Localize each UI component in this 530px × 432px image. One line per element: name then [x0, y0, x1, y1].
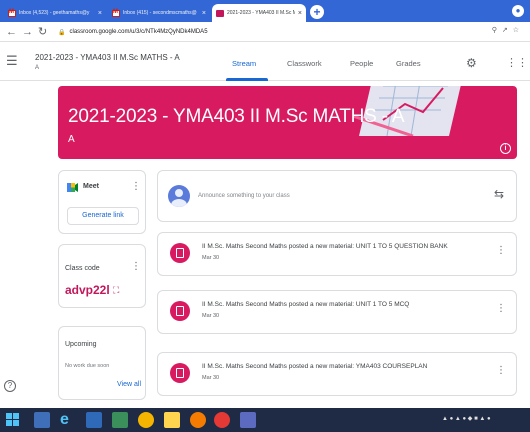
folder-icon[interactable] — [164, 412, 180, 428]
more-vert-icon[interactable]: ⋮ — [496, 245, 506, 256]
forward-icon[interactable]: → — [22, 25, 33, 39]
lock-icon: 🔒 — [58, 29, 66, 36]
chrome-active-icon[interactable] — [214, 412, 230, 428]
settings-gear-icon[interactable]: ⚙ — [466, 56, 477, 70]
material-icon — [170, 301, 190, 321]
generate-link-button[interactable]: Generate link — [67, 207, 139, 225]
new-tab-button[interactable]: + — [310, 5, 324, 19]
class-section: A — [35, 65, 40, 71]
view-all-link[interactable]: View all — [117, 381, 141, 388]
upcoming-card: Upcoming No work due soon View all — [58, 326, 146, 400]
apps-grid-icon[interactable]: ⋮⋮ — [506, 56, 528, 69]
announce-placeholder[interactable]: Announce something to your class — [198, 193, 290, 199]
zoom-icon[interactable]: ⚲ — [492, 27, 502, 34]
browser-tab-gmail-1[interactable]: Inbox (4,523) - geethamaths@y × — [4, 4, 106, 22]
store-icon[interactable] — [86, 412, 102, 428]
avatar — [168, 185, 190, 207]
firefox-icon[interactable] — [190, 412, 206, 428]
file-icon[interactable] — [34, 412, 50, 428]
banner-title: 2021-2023 - YMA403 II M.Sc MATHS - A — [68, 106, 405, 127]
tab-classwork[interactable]: Classwork — [287, 59, 322, 68]
class-code-card: Class code ⋮ advp22l ⛶ — [58, 244, 146, 308]
tab-people[interactable]: People — [350, 59, 373, 68]
close-tab-icon[interactable]: × — [98, 10, 102, 17]
class-title[interactable]: 2021-2023 - YMA403 II M.Sc MATHS - A — [35, 53, 180, 62]
help-icon[interactable]: ? — [4, 380, 16, 392]
stream-post[interactable]: II M.Sc. Maths Second Maths posted a new… — [157, 290, 517, 334]
browser-toolbar: ← → ↻ 🔒 classroom.google.com/u/3/c/NTk4M… — [0, 22, 530, 42]
chrome-icon[interactable] — [138, 412, 154, 428]
windows-taskbar: e ▲ ● ▲ ● ◆ ■ ▲ ● — [0, 408, 530, 432]
app-icon[interactable] — [240, 412, 256, 428]
meet-label: Meet — [83, 183, 99, 190]
close-tab-icon[interactable]: × — [298, 10, 302, 17]
gmail-icon — [112, 9, 120, 17]
app-icon[interactable] — [112, 412, 128, 428]
tab-stream[interactable]: Stream — [232, 59, 256, 68]
more-vert-icon[interactable]: ⋮ — [131, 181, 141, 192]
material-icon — [170, 363, 190, 383]
browser-tab-label: Inbox (415) - secondmscmaths@ — [123, 10, 197, 16]
browser-profile-icon[interactable]: ● — [512, 5, 524, 17]
fullscreen-icon[interactable]: ⛶ — [113, 285, 119, 296]
repost-icon[interactable]: ⇆ — [494, 187, 504, 201]
system-tray-icons[interactable]: ▲ ● ▲ ● ◆ ■ ▲ ● — [442, 415, 491, 422]
meet-icon — [67, 183, 78, 192]
post-date: Mar 30 — [202, 375, 220, 381]
classroom-icon — [216, 9, 224, 17]
post-title[interactable]: II M.Sc. Maths Second Maths posted a new… — [202, 363, 427, 370]
post-title[interactable]: II M.Sc. Maths Second Maths posted a new… — [202, 243, 448, 250]
edge-icon[interactable]: e — [60, 412, 76, 428]
info-icon[interactable]: i — [500, 143, 511, 154]
omnibox-actions: ⚲↗☆ — [492, 26, 524, 34]
url-text: classroom.google.com/u/3/c/NTk4MzQyNDk4M… — [69, 29, 208, 35]
more-vert-icon[interactable]: ⋮ — [496, 365, 506, 376]
address-bar[interactable]: 🔒 classroom.google.com/u/3/c/NTk4MzQyNDk… — [58, 25, 528, 39]
share-icon[interactable]: ↗ — [502, 27, 513, 34]
browser-tab-classroom[interactable]: 2021-2023 - YMA403 II M.Sc M × — [212, 4, 306, 22]
meet-card: Meet ⋮ Generate link — [58, 170, 146, 234]
post-date: Mar 30 — [202, 313, 220, 319]
post-title[interactable]: II M.Sc. Maths Second Maths posted a new… — [202, 301, 409, 308]
bookmark-star-icon[interactable]: ☆ — [513, 27, 524, 34]
upcoming-label: Upcoming — [65, 341, 97, 348]
hamburger-menu-icon[interactable]: ☰ — [6, 54, 18, 68]
more-vert-icon[interactable]: ⋮ — [131, 261, 141, 272]
windows-start-icon[interactable] — [6, 413, 20, 427]
gmail-icon — [8, 9, 16, 17]
browser-tab-label: Inbox (4,523) - geethamaths@y — [19, 10, 90, 16]
announce-box[interactable]: Announce something to your class ⇆ — [157, 170, 517, 222]
back-icon[interactable]: ← — [6, 25, 17, 39]
class-code-label: Class code — [65, 265, 100, 272]
stream-post[interactable]: II M.Sc. Maths Second Maths posted a new… — [157, 352, 517, 396]
browser-tab-label: 2021-2023 - YMA403 II M.Sc M — [227, 10, 295, 16]
reload-icon[interactable]: ↻ — [38, 25, 47, 39]
banner-section: A — [68, 134, 75, 145]
upcoming-empty-text: No work due soon — [65, 363, 110, 369]
classroom-header: ☰ 2021-2023 - YMA403 II M.Sc MATHS - A A… — [0, 43, 530, 81]
tab-grades[interactable]: Grades — [396, 59, 421, 68]
browser-tab-strip: Inbox (4,523) - geethamaths@y × Inbox (4… — [0, 0, 530, 22]
post-date: Mar 30 — [202, 255, 220, 261]
close-tab-icon[interactable]: × — [202, 10, 206, 17]
class-code-value: advp22l — [65, 283, 110, 297]
material-icon — [170, 243, 190, 263]
browser-tab-gmail-2[interactable]: Inbox (415) - secondmscmaths@ × — [108, 4, 210, 22]
active-tab-indicator — [226, 78, 268, 81]
more-vert-icon[interactable]: ⋮ — [496, 303, 506, 314]
class-banner: 2021-2023 - YMA403 II M.Sc MATHS - A A i — [58, 86, 517, 159]
stream-post[interactable]: II M.Sc. Maths Second Maths posted a new… — [157, 232, 517, 276]
